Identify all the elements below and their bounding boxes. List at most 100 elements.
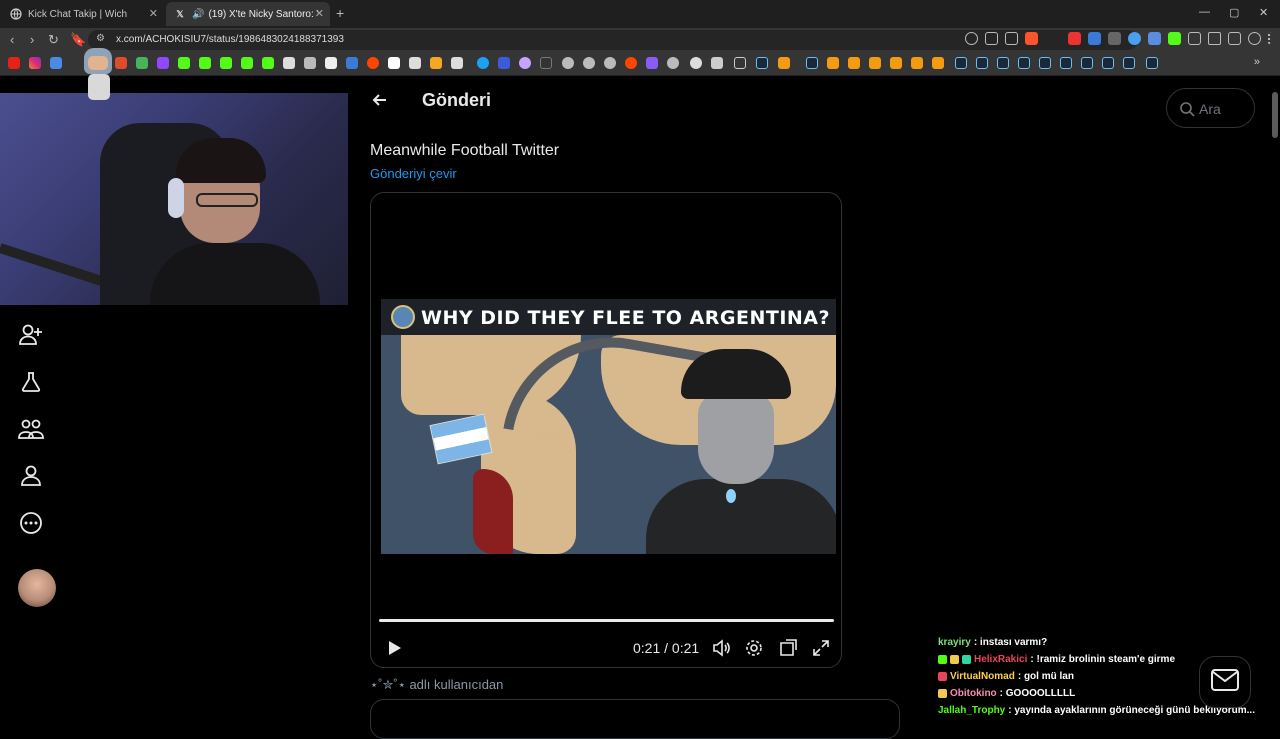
bookmark-kick-icon[interactable] bbox=[262, 57, 274, 69]
bookmark-drive-icon[interactable] bbox=[136, 57, 148, 69]
bookmark-orange-icon[interactable] bbox=[911, 57, 923, 69]
bookmarks-overflow-icon[interactable]: » bbox=[1254, 56, 1260, 68]
bookmark-gray-icon[interactable] bbox=[304, 57, 316, 69]
settings-gear-icon[interactable] bbox=[744, 638, 764, 658]
browser-tab-x-post[interactable]: 𝕏 🔊 (19) X'te Nicky Santoro: "Mea ✕ bbox=[166, 2, 330, 26]
account-avatar[interactable] bbox=[18, 569, 56, 607]
bookmark-gray-icon[interactable] bbox=[451, 57, 463, 69]
bookmark-steam-icon[interactable] bbox=[976, 57, 988, 69]
audio-icon[interactable]: 🔊 bbox=[192, 9, 204, 20]
bookmark-orange-icon[interactable] bbox=[430, 57, 442, 69]
maximize-button[interactable]: ▢ bbox=[1229, 6, 1239, 19]
close-window-button[interactable]: ✕ bbox=[1259, 6, 1268, 19]
video-player[interactable]: WHY DID THEY FLEE TO ARGENTINA? 0:21 / 0… bbox=[370, 192, 842, 668]
extensions-puzzle-icon[interactable] bbox=[1208, 32, 1221, 45]
bookmark-blue-icon[interactable] bbox=[50, 57, 62, 69]
bookmark-dark-icon[interactable] bbox=[540, 57, 552, 69]
post-source-byline[interactable]: ⋆˚✮˚⋆ adlı kullanıcıdan bbox=[370, 677, 503, 693]
zoom-icon[interactable] bbox=[965, 32, 978, 45]
bookmark-reddit-icon[interactable] bbox=[367, 57, 379, 69]
bookmark-gray-icon[interactable] bbox=[667, 57, 679, 69]
bookmark-orange-icon[interactable] bbox=[932, 57, 944, 69]
messages-button[interactable] bbox=[1199, 656, 1251, 708]
bookmark-youtube-icon[interactable] bbox=[8, 57, 20, 69]
add-user-icon[interactable] bbox=[18, 322, 44, 348]
bookmark-orange-icon[interactable] bbox=[869, 57, 881, 69]
browser-tab-kick-chat[interactable]: Kick Chat Takip | Wich ✕ bbox=[2, 2, 164, 26]
bookmark-kick-icon[interactable] bbox=[241, 57, 253, 69]
communities-icon[interactable] bbox=[18, 416, 44, 442]
brave-shield-icon[interactable] bbox=[1025, 32, 1038, 45]
bookmark-steam-icon[interactable] bbox=[1123, 57, 1135, 69]
fullscreen-icon[interactable] bbox=[811, 638, 831, 658]
picture-in-picture-icon[interactable] bbox=[778, 638, 798, 658]
cast-icon[interactable] bbox=[985, 32, 998, 45]
grok-icon[interactable] bbox=[18, 369, 44, 395]
site-info-icon[interactable]: ⚙ bbox=[96, 33, 105, 44]
new-tab-button[interactable]: + bbox=[336, 5, 344, 21]
back-nav-icon[interactable]: ‹ bbox=[10, 32, 14, 47]
tab-close-icon[interactable]: ✕ bbox=[315, 7, 324, 20]
extension-gray-icon[interactable] bbox=[1108, 32, 1121, 45]
bookmark-gray-icon[interactable] bbox=[562, 57, 574, 69]
bookmark-folder-icon[interactable] bbox=[734, 57, 746, 69]
share-icon[interactable] bbox=[1005, 32, 1018, 45]
bookmark-orange-icon[interactable] bbox=[890, 57, 902, 69]
bookmark-steam-icon[interactable] bbox=[1018, 57, 1030, 69]
bookmark-blue-icon[interactable] bbox=[346, 57, 358, 69]
extension-translate-icon[interactable] bbox=[1148, 32, 1161, 45]
extension-lightblue-icon[interactable] bbox=[1128, 32, 1141, 45]
bookmark-steam-icon[interactable] bbox=[1060, 57, 1072, 69]
bookmark-white-icon[interactable] bbox=[388, 57, 400, 69]
bookmark-purple-icon[interactable] bbox=[519, 57, 531, 69]
profile-icon[interactable] bbox=[18, 463, 44, 489]
extension-kick-icon[interactable] bbox=[1168, 32, 1181, 45]
quoted-post-card[interactable] bbox=[370, 699, 900, 739]
bookmark-steam-icon[interactable] bbox=[806, 57, 818, 69]
translate-post-link[interactable]: Gönderiyi çevir bbox=[370, 166, 457, 181]
bookmark-gray-icon[interactable] bbox=[409, 57, 421, 69]
extension-red-icon[interactable] bbox=[1068, 32, 1081, 45]
bookmark-gray-icon[interactable] bbox=[690, 57, 702, 69]
video-progress-bar[interactable] bbox=[379, 619, 834, 622]
search-input[interactable]: Ara bbox=[1166, 88, 1255, 128]
extension-blue-icon[interactable] bbox=[1088, 32, 1101, 45]
media-controls-icon[interactable] bbox=[1248, 32, 1261, 45]
bookmark-blue-icon[interactable] bbox=[498, 57, 510, 69]
bookmark-gray-icon[interactable] bbox=[604, 57, 616, 69]
bookmark-kick-icon[interactable] bbox=[199, 57, 211, 69]
bookmark-steam-icon[interactable] bbox=[1081, 57, 1093, 69]
volume-icon[interactable] bbox=[711, 638, 731, 658]
bookmark-icon[interactable]: 🔖 bbox=[70, 32, 86, 48]
bookmark-steam-icon[interactable] bbox=[756, 57, 768, 69]
extension-panel-icon[interactable] bbox=[1188, 32, 1201, 45]
tab-close-icon[interactable]: ✕ bbox=[149, 7, 158, 20]
more-icon[interactable] bbox=[18, 510, 44, 536]
bookmark-purple-icon[interactable] bbox=[646, 57, 658, 69]
bookmark-instagram-icon[interactable] bbox=[29, 57, 41, 69]
reload-icon[interactable]: ↻ bbox=[48, 32, 59, 48]
bookmark-reddit-icon[interactable] bbox=[625, 57, 637, 69]
bookmark-kick-icon[interactable] bbox=[220, 57, 232, 69]
page-scrollbar[interactable] bbox=[1272, 92, 1278, 138]
bookmark-gray-icon[interactable] bbox=[711, 57, 723, 69]
play-icon[interactable] bbox=[385, 639, 403, 657]
bookmark-anchor-icon[interactable] bbox=[283, 57, 295, 69]
bookmark-steam-icon[interactable] bbox=[1039, 57, 1051, 69]
back-arrow-icon[interactable] bbox=[370, 90, 390, 110]
bookmark-kick-icon[interactable] bbox=[178, 57, 190, 69]
forward-nav-icon[interactable]: › bbox=[30, 32, 34, 47]
menu-icon[interactable] bbox=[1268, 32, 1280, 45]
minimize-button[interactable]: — bbox=[1199, 6, 1210, 18]
bookmark-x-icon[interactable] bbox=[325, 57, 337, 69]
bookmark-gray-icon[interactable] bbox=[583, 57, 595, 69]
bookmark-orange-icon[interactable] bbox=[827, 57, 839, 69]
sidebar-toggle-icon[interactable] bbox=[1228, 32, 1241, 45]
bookmark-steam-icon[interactable] bbox=[1102, 57, 1114, 69]
bookmark-steam-icon[interactable] bbox=[1146, 57, 1158, 69]
bookmark-orange-icon[interactable] bbox=[778, 57, 790, 69]
bookmark-orange-icon[interactable] bbox=[848, 57, 860, 69]
bookmark-steam-icon[interactable] bbox=[955, 57, 967, 69]
video-frame[interactable]: WHY DID THEY FLEE TO ARGENTINA? bbox=[381, 299, 836, 554]
bookmark-steam-icon[interactable] bbox=[997, 57, 1009, 69]
